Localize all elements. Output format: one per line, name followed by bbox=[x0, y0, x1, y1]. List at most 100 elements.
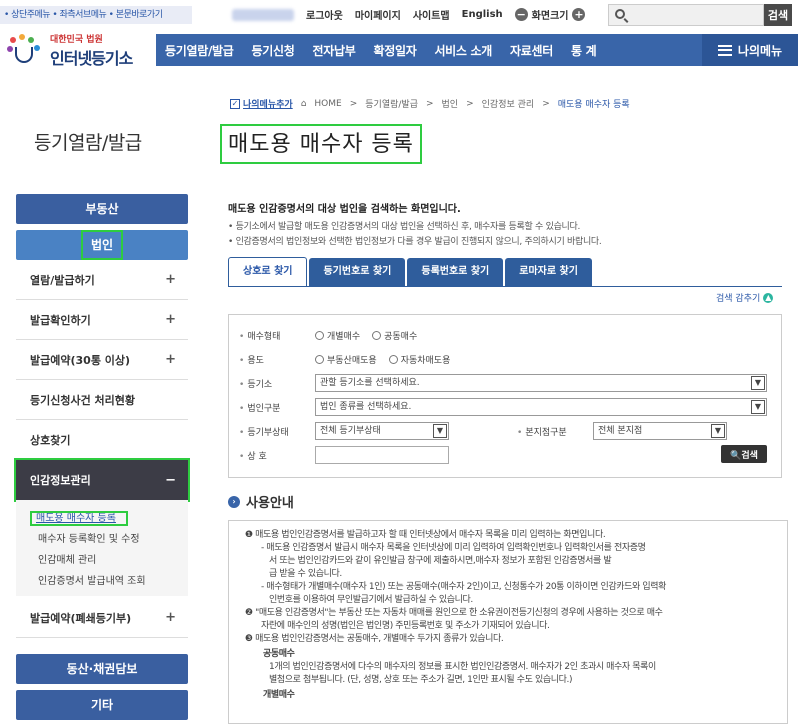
search-icon: 🔍 bbox=[730, 449, 742, 460]
company-name-input[interactable] bbox=[315, 446, 449, 464]
chevron-down-icon: ▼ bbox=[433, 424, 447, 438]
sidebar-sublist: 매도용 매수자 등록 매수자 등록확인 및 수정 인감매체 관리 인감증명서 발… bbox=[16, 500, 188, 596]
row-name: 상 호 🔍검색 bbox=[239, 443, 781, 467]
zoom-out-icon[interactable]: − bbox=[514, 8, 528, 21]
status-select[interactable]: 전체 등기부상태 ▼ bbox=[315, 422, 449, 440]
breadcrumb-sep: > bbox=[466, 98, 474, 109]
site-search-button[interactable]: 검색 bbox=[764, 4, 792, 26]
plus-icon: + bbox=[165, 272, 176, 287]
branch-select[interactable]: 전체 본지점 ▼ bbox=[593, 422, 727, 440]
sidebar-item-label: 열람/발급하기 bbox=[30, 273, 95, 287]
radio-label: 공동매수 bbox=[384, 331, 418, 342]
sidebar-item-label: 발급예약(폐쇄등기부) bbox=[30, 611, 132, 625]
sidebar-corporation-label: 법인 bbox=[80, 230, 124, 260]
nav-item-resource[interactable]: 자료센터 bbox=[501, 42, 562, 59]
sidebar-item-verify[interactable]: 발급확인하기 + bbox=[16, 300, 188, 340]
sidebar-item-reserve[interactable]: 발급예약(30통 이상) + bbox=[16, 340, 188, 380]
sidebar-item-reserve-closed[interactable]: 발급예약(폐쇄등기부) + bbox=[16, 598, 188, 638]
site-search-input[interactable] bbox=[608, 4, 764, 26]
home-icon: ⌂ bbox=[300, 98, 307, 109]
skip-links[interactable]: • 상단주메뉴 • 좌측서브메뉴 • 본문바로가기 bbox=[0, 6, 192, 24]
guide-line: ❶ 매도용 법인인감증명서를 발급하고자 할 때 인터넷상에서 매수자 목록을 … bbox=[245, 530, 606, 540]
buyer-type-label: 매수형태 bbox=[239, 329, 315, 342]
intro: 매도용 인감증명서의 대상 법인을 검색하는 화면입니다. • 등기소에서 발급… bbox=[228, 200, 788, 249]
guide-line: 급 받을 수 있습니다. bbox=[269, 569, 342, 579]
nav-item-service-intro[interactable]: 서비스 소개 bbox=[425, 42, 501, 59]
radio-car-sale[interactable]: 자동차매도용 bbox=[388, 353, 450, 366]
form-search-button[interactable]: 🔍검색 bbox=[721, 445, 767, 463]
plus-icon: + bbox=[165, 610, 176, 625]
breadcrumb-home[interactable]: HOME bbox=[314, 99, 341, 109]
corp-type-label: 법인구분 bbox=[239, 401, 315, 414]
intro-heading: 매도용 인감증명서의 대상 법인을 검색하는 화면입니다. bbox=[228, 204, 461, 215]
guide-line: 인번호를 이용하여 무인발급기에서 발급하실 수 있습니다. bbox=[269, 595, 473, 605]
breadcrumb-view-issue[interactable]: 등기열람/발급 bbox=[365, 97, 418, 110]
radio-realestate-sale[interactable]: 부동산매도용 bbox=[315, 353, 377, 366]
sidebar-block-corporation[interactable]: 법인 bbox=[16, 230, 188, 260]
tab-by-roman[interactable]: 로마자로 찾기 bbox=[505, 258, 592, 286]
court-emblem-icon bbox=[6, 33, 44, 67]
branch-select-value: 전체 본지점 bbox=[598, 426, 643, 436]
registry-select[interactable]: 관할 등기소를 선택하세요. ▼ bbox=[315, 374, 767, 392]
radio-individual[interactable]: 개별매수 bbox=[315, 329, 360, 342]
nav-item-fixed-date[interactable]: 확정일자 bbox=[364, 42, 425, 59]
intro-line: • 인감증명서의 법인정보와 선택한 법인정보가 다를 경우 발급이 진행되지 … bbox=[228, 237, 602, 247]
logout-link[interactable]: 로그아웃 bbox=[306, 7, 343, 22]
radio-label: 부동산매도용 bbox=[327, 355, 377, 366]
corp-type-select-value: 법인 종류를 선택하세요. bbox=[320, 402, 412, 412]
chevron-down-icon: ▼ bbox=[751, 376, 765, 390]
sidebar-block-other[interactable]: 기타 bbox=[16, 690, 188, 720]
guide-subheading: 공동매수 bbox=[263, 649, 295, 659]
breadcrumb-seal-info[interactable]: 인감정보 관리 bbox=[482, 97, 535, 110]
nav-item-statistics[interactable]: 통 계 bbox=[562, 42, 605, 59]
fold-search-label: 검색 감추기 bbox=[716, 294, 761, 304]
breadcrumb-current: 매도용 매수자 등록 bbox=[557, 100, 630, 110]
tab-by-reg-number[interactable]: 등록번호로 찾기 bbox=[407, 258, 504, 286]
add-favorite[interactable]: ✓ 나의메뉴추가 bbox=[230, 97, 293, 110]
row-corp-type: 법인구분 법인 종류를 선택하세요. ▼ bbox=[239, 395, 781, 419]
sub-item-buyer-register[interactable]: 매도용 매수자 등록 bbox=[30, 508, 188, 529]
nav-item-apply[interactable]: 등기신청 bbox=[243, 42, 304, 59]
sub-item-issue-history[interactable]: 인감증명서 발급내역 조회 bbox=[38, 571, 188, 592]
form-search-label: 검색 bbox=[741, 449, 758, 460]
sub-item-seal-media[interactable]: 인감매체 관리 bbox=[38, 550, 188, 571]
sidebar-item-view-issue[interactable]: 열람/발급하기 + bbox=[16, 260, 188, 300]
status-label: 등기부상태 bbox=[239, 425, 315, 438]
my-menu-button[interactable]: 나의메뉴 bbox=[702, 34, 798, 66]
tab-by-reg-no[interactable]: 등기번호로 찾기 bbox=[309, 258, 406, 286]
chevron-right-icon: › bbox=[228, 495, 240, 508]
sidebar-block-movable[interactable]: 동산·채권담보 bbox=[16, 654, 188, 684]
utility-links: 로그아웃 마이페이지 사이트맵 English − 화면크기 + bbox=[232, 7, 586, 22]
zoom-in-icon[interactable]: + bbox=[572, 8, 586, 21]
nav-item-view-issue[interactable]: 등기열람/발급 bbox=[156, 42, 243, 59]
radio-circle-icon bbox=[315, 330, 324, 340]
sidebar-item-seal-info[interactable]: 인감정보관리 − bbox=[14, 458, 190, 502]
radio-circle-icon bbox=[388, 354, 398, 364]
english-link[interactable]: English bbox=[462, 9, 503, 20]
logo-big-text: 인터넷등기소 bbox=[50, 48, 133, 68]
sidebar-block-realestate[interactable]: 부동산 bbox=[16, 194, 188, 224]
breadcrumb-corporation[interactable]: 법인 bbox=[442, 97, 459, 110]
plus-icon: + bbox=[165, 312, 176, 327]
sidebar-item-case-status[interactable]: 등기신청사건 처리현황 bbox=[16, 380, 188, 420]
status-select-value: 전체 등기부상태 bbox=[320, 426, 381, 436]
check-icon: ✓ bbox=[230, 98, 240, 109]
nav-item-payment[interactable]: 전자납부 bbox=[304, 42, 365, 59]
sub-item-buyer-check[interactable]: 매수자 등록확인 및 수정 bbox=[38, 529, 188, 550]
mypage-link[interactable]: 마이페이지 bbox=[355, 7, 401, 22]
sitemap-link[interactable]: 사이트맵 bbox=[413, 7, 450, 22]
utility-bar: • 상단주메뉴 • 좌측서브메뉴 • 본문바로가기 로그아웃 마이페이지 사이트… bbox=[0, 0, 800, 30]
search-form: 매수형태 개별매수 공동매수 용도 부동산매도용 자동차매도용 등기소 관할 등… bbox=[228, 314, 782, 478]
logo-small-text: 대한민국 법원 bbox=[50, 34, 103, 45]
plus-icon: + bbox=[165, 352, 176, 367]
guide-subheading: 개별매수 bbox=[263, 690, 295, 700]
guide-heading: › 사용안내 bbox=[228, 492, 294, 511]
guide-line: 서 또는 법인인감카드와 같이 유인발급 창구에 제출하시면,매수자 정보가 포… bbox=[269, 556, 612, 566]
site-search: 검색 bbox=[608, 4, 792, 26]
fold-search-toggle[interactable]: 검색 감추기 ▲ bbox=[716, 291, 774, 304]
site-logo[interactable]: 대한민국 법원 인터넷등기소 bbox=[6, 30, 156, 70]
corp-type-select[interactable]: 법인 종류를 선택하세요. ▼ bbox=[315, 398, 767, 416]
radio-joint[interactable]: 공동매수 bbox=[372, 329, 417, 342]
sidebar-item-find-name[interactable]: 상호찾기 bbox=[16, 420, 188, 460]
tab-by-name[interactable]: 상호로 찾기 bbox=[228, 257, 308, 287]
